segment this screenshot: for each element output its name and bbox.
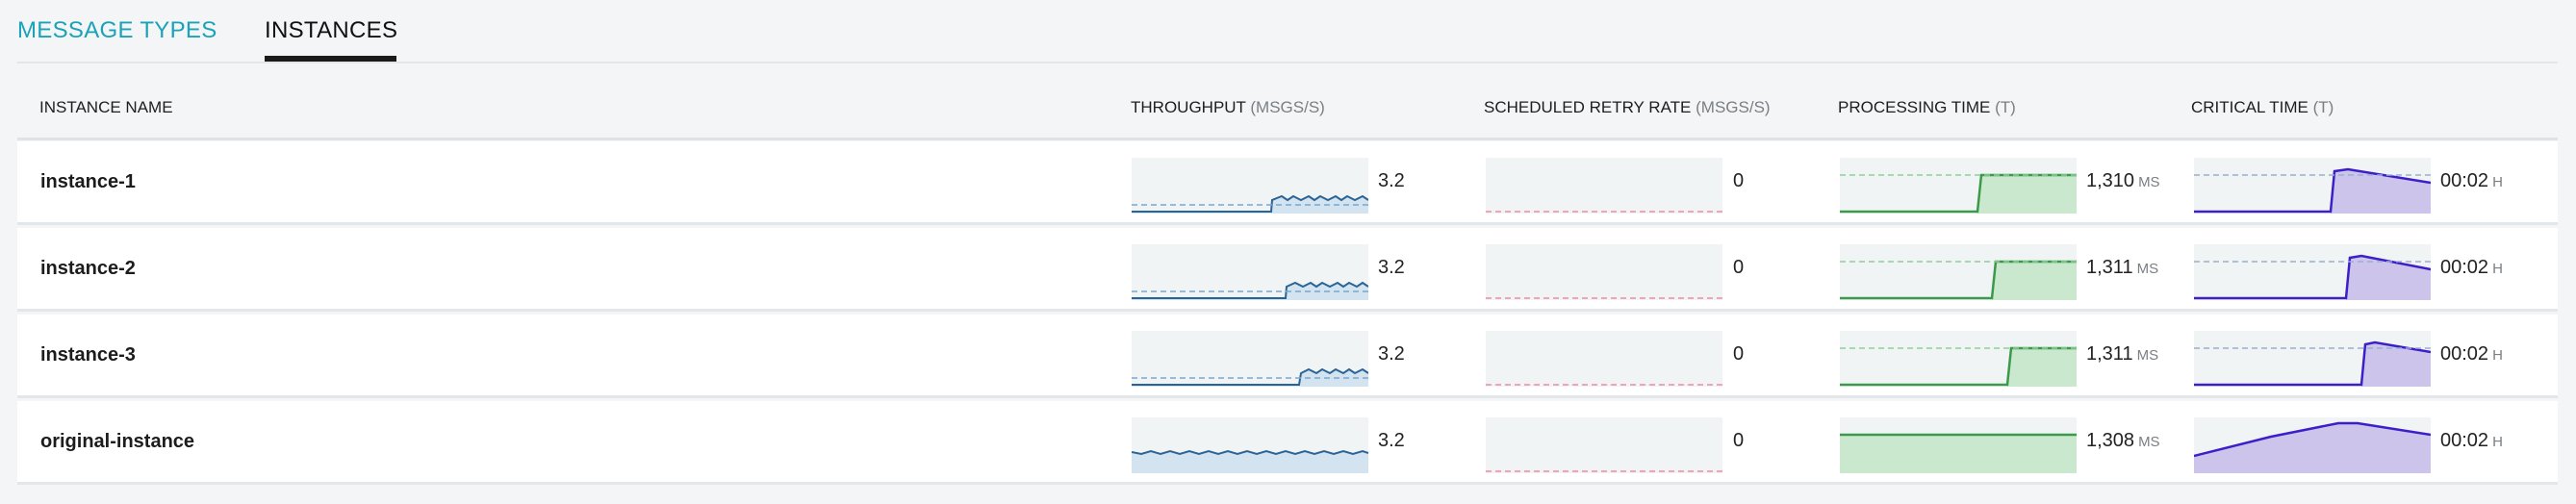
critical-time-sparkline <box>2194 417 2431 473</box>
processing-time-sparkline <box>1840 331 2077 387</box>
retry-rate-value: 0 <box>1733 343 1745 365</box>
column-header-processing-time[interactable]: PROCESSING TIME (T) <box>1838 98 2016 117</box>
throughput-value: 3.2 <box>1378 257 1405 278</box>
retry-rate-sparkline <box>1486 244 1722 300</box>
throughput-sparkline <box>1132 158 1368 214</box>
column-header-throughput[interactable]: THROUGHPUT (MSGS/S) <box>1131 98 1325 117</box>
critical-time-sparkline <box>2194 158 2431 214</box>
throughput-sparkline <box>1132 331 1368 387</box>
processing-time-value: 1,310 MS <box>2086 170 2160 191</box>
column-header-critical-time[interactable]: CRITICAL TIME (T) <box>2191 98 2334 117</box>
processing-time-sparkline <box>1840 158 2077 214</box>
throughput-sparkline <box>1132 244 1368 300</box>
processing-time-sparkline <box>1840 244 2077 300</box>
critical-time-value: 00:02 H <box>2440 430 2503 451</box>
table-row[interactable]: instance-1 3.2 0 1,310 MS 00:02 H <box>17 141 2558 225</box>
processing-time-value: 1,308 MS <box>2086 430 2160 451</box>
column-header-instance-name[interactable]: INSTANCE NAME <box>39 98 173 117</box>
critical-time-value: 00:02 H <box>2440 170 2503 191</box>
column-header-retry-rate[interactable]: SCHEDULED RETRY RATE (MSGS/S) <box>1484 98 1771 117</box>
tab-bar: MESSAGE TYPES INSTANCES <box>17 0 2558 63</box>
processing-time-value: 1,311 MS <box>2086 257 2159 278</box>
critical-time-value: 00:02 H <box>2440 343 2503 365</box>
table-row[interactable]: instance-3 3.2 0 1,311 MS 00:02 H <box>17 315 2558 398</box>
critical-time-sparkline <box>2194 244 2431 300</box>
retry-rate-value: 0 <box>1733 430 1745 451</box>
tab-message-types[interactable]: MESSAGE TYPES <box>17 17 217 44</box>
processing-time-sparkline <box>1840 417 2077 473</box>
tab-instances[interactable]: INSTANCES <box>265 17 397 44</box>
throughput-value: 3.2 <box>1378 170 1405 191</box>
instance-name[interactable]: instance-2 <box>40 258 136 280</box>
retry-rate-value: 0 <box>1733 257 1745 278</box>
processing-time-value: 1,311 MS <box>2086 343 2159 365</box>
critical-time-value: 00:02 H <box>2440 257 2503 278</box>
critical-time-sparkline <box>2194 331 2431 387</box>
table-header: INSTANCE NAME THROUGHPUT (MSGS/S) SCHEDU… <box>17 73 2558 140</box>
active-tab-indicator <box>265 56 396 62</box>
throughput-value: 3.2 <box>1378 343 1405 365</box>
instance-name[interactable]: instance-1 <box>40 171 136 193</box>
instance-name[interactable]: original-instance <box>40 431 194 453</box>
instance-name[interactable]: instance-3 <box>40 344 136 366</box>
table-row[interactable]: original-instance 3.2 0 1,308 MS 00:02 H <box>17 401 2558 485</box>
throughput-sparkline <box>1132 417 1368 473</box>
retry-rate-value: 0 <box>1733 170 1745 191</box>
table-row[interactable]: instance-2 3.2 0 1,311 MS 00:02 H <box>17 228 2558 312</box>
retry-rate-sparkline <box>1486 331 1722 387</box>
retry-rate-sparkline <box>1486 417 1722 473</box>
retry-rate-sparkline <box>1486 158 1722 214</box>
throughput-value: 3.2 <box>1378 430 1405 451</box>
